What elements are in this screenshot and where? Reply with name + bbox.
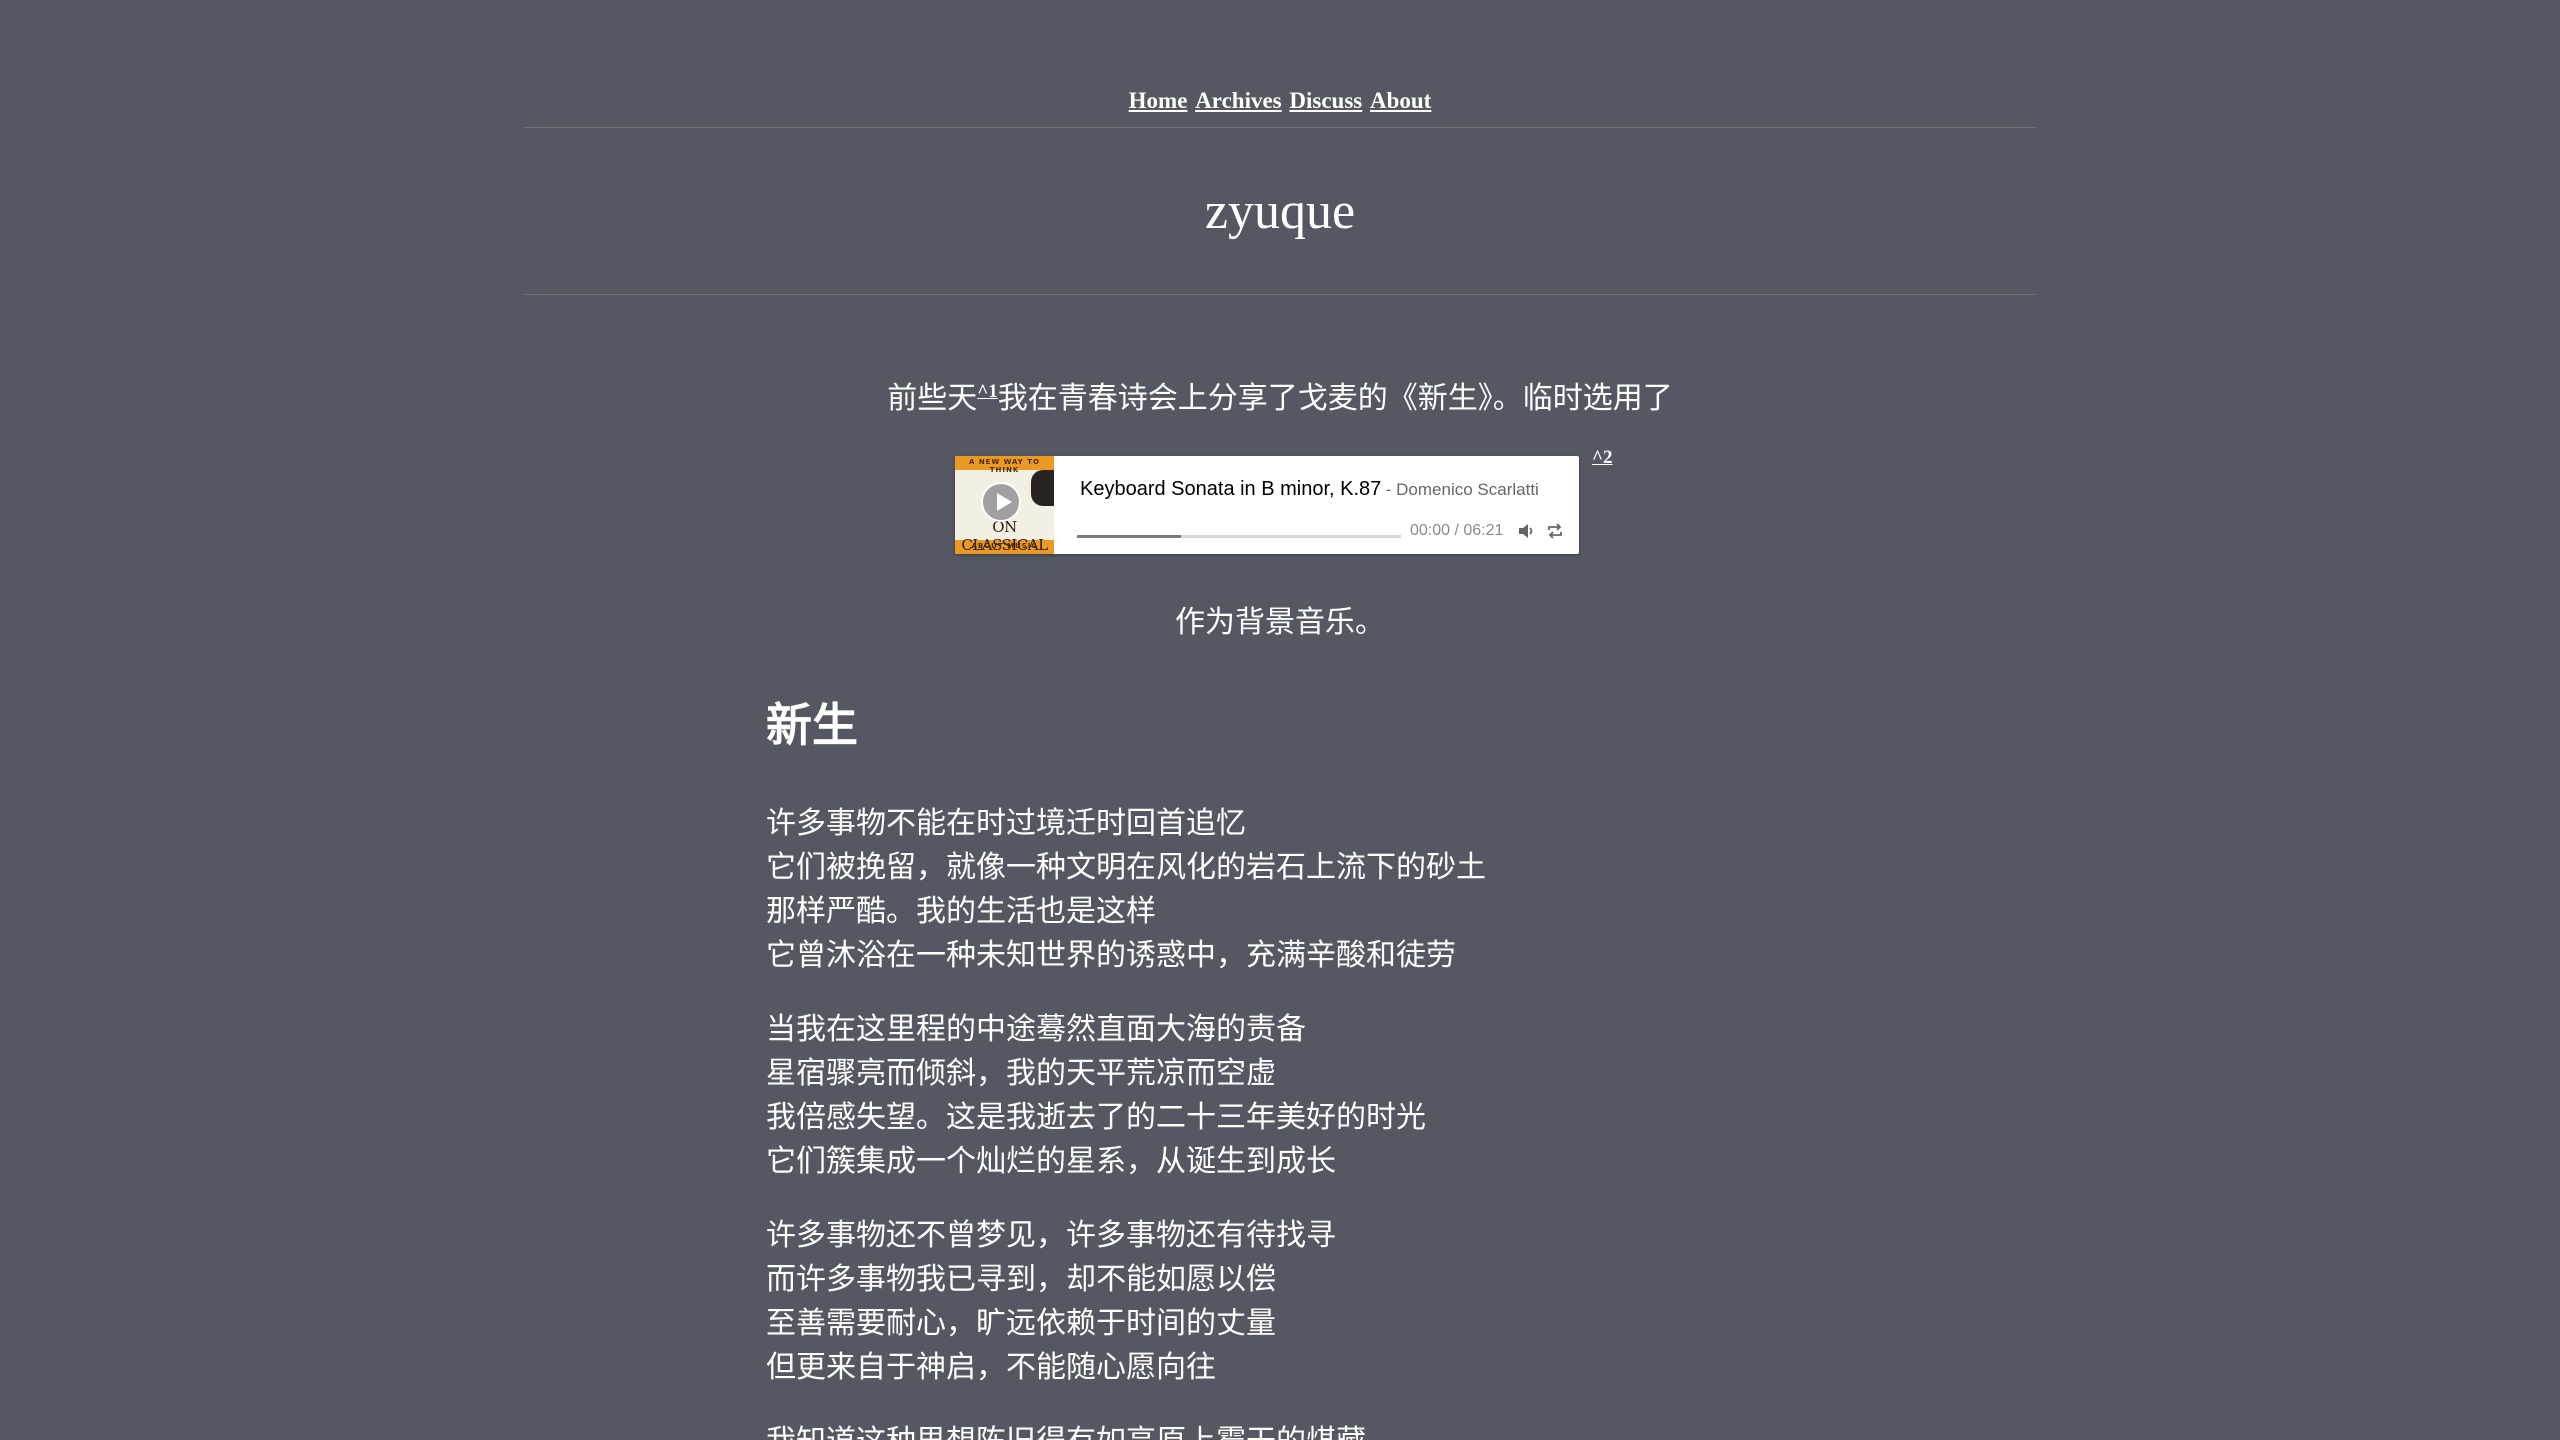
track-title: Keyboard Sonata in B minor, K.87 [1080, 478, 1382, 500]
bg-music-note: 作为背景音乐。 [1175, 605, 1385, 640]
intro-text-after: 我在青春诗会上分享了戈麦的《新生》。临时选用了 [997, 381, 1673, 416]
poem-stanza: 我知道这种思想陈旧得有如高原上霉干的煤藏 [766, 1420, 1366, 1440]
music-player: A NEW WAY TO THINK ON CLASSICAL ABOUT MU… [955, 456, 1579, 554]
progress-loaded [1077, 535, 1181, 538]
site-title: zyuque [1204, 183, 1356, 240]
poem-stanza: 许多事物不能在时过境迁时回首追忆 它们被挽留，就像一种文明在风化的岩石上流下的砂… [766, 802, 1486, 978]
intro-text-before: 前些天 [887, 381, 978, 416]
nav-about-link[interactable]: About [1370, 88, 1431, 113]
poem-stanza: 当我在这里程的中途蓦然直面大海的责备 星宿骤亮而倾斜，我的天平荒凉而空虚 我倍感… [766, 1008, 1426, 1184]
poem-title: 新生 [766, 698, 858, 752]
poem-line: 至善需要耐心，旷远依赖于时间的丈量 [766, 1306, 1276, 1341]
poem-line: 许多事物还不曾梦见，许多事物还有待找寻 [766, 1218, 1336, 1253]
time-display: 00:00 / 06:21 [1410, 522, 1504, 539]
poem-line: 那样严酷。我的生活也是这样 [766, 894, 1156, 929]
poem-line: 我知道这种思想陈旧得有如高原上霉干的煤藏 [766, 1420, 1366, 1440]
poem-line: 它曾沐浴在一种未知世界的诱惑中，充满辛酸和徒劳 [766, 938, 1456, 973]
footnote-ref-2[interactable]: ^2 [1592, 448, 1613, 468]
album-cover: A NEW WAY TO THINK ON CLASSICAL ABOUT MU… [955, 456, 1054, 554]
play-icon[interactable] [981, 482, 1021, 522]
intro-paragraph: 前些天^1我在青春诗会上分享了戈麦的《新生》。临时选用了 [0, 376, 2560, 422]
poem-line: 星宿骤亮而倾斜，我的天平荒凉而空虚 [766, 1056, 1276, 1091]
header-divider-bottom [524, 294, 2036, 295]
page: Home Archives Discuss About zyuque 前些天^1… [0, 0, 2560, 1440]
nav-archives-link[interactable]: Archives [1195, 88, 1281, 113]
poem-line: 我倍感失望。这是我逝去了的二十三年美好的时光 [766, 1100, 1426, 1135]
poem-line: 当我在这里程的中途蓦然直面大海的责备 [766, 1012, 1306, 1047]
top-nav: Home Archives Discuss About [0, 84, 2560, 118]
footnote-ref-1[interactable]: ^1 [977, 381, 998, 402]
nav-discuss-link[interactable]: Discuss [1289, 88, 1362, 113]
poem-line: 它们簇集成一个灿烂的星系，从诞生到成长 [766, 1144, 1336, 1179]
progress-bar[interactable] [1077, 535, 1401, 538]
volume-icon[interactable] [1516, 521, 1536, 541]
poem-line: 但更来自于神启，不能随心愿向往 [766, 1350, 1216, 1385]
poem-line: 许多事物不能在时过境迁时回首追忆 [766, 806, 1246, 841]
loop-icon[interactable] [1545, 521, 1565, 541]
nav-home-link[interactable]: Home [1129, 88, 1188, 113]
track-artist: - Domenico Scarlatti [1385, 480, 1539, 499]
poem-line: 而许多事物我已寻到，却不能如愿以偿 [766, 1262, 1276, 1297]
album-cover-top-text: A NEW WAY TO THINK [968, 458, 1041, 474]
track-info: Keyboard Sonata in B minor, K.87 - Domen… [1080, 478, 1539, 501]
album-cover-portrait [1031, 470, 1054, 506]
poem-stanza: 许多事物还不曾梦见，许多事物还有待找寻 而许多事物我已寻到，却不能如愿以偿 至善… [766, 1214, 1336, 1390]
poem-line: 它们被挽留，就像一种文明在风化的岩石上流下的砂土 [766, 850, 1486, 885]
album-cover-bottom-text: ABOUT MUSIC [971, 542, 1038, 550]
header-divider-top [524, 127, 2036, 128]
